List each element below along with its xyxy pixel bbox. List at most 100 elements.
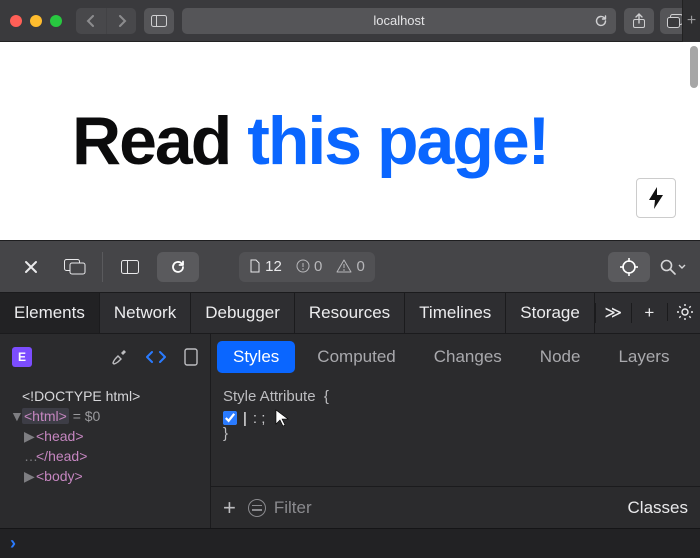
headline-part1: Read [72,103,247,179]
console-chevron-icon: › [10,533,16,554]
resource-count[interactable]: 12 [249,258,282,275]
styles-panel: Style Attribute { | : ; } [210,380,700,486]
subtab-layers[interactable]: Layers [602,341,685,373]
address-bar-text: localhost [373,13,424,28]
dom-head-open[interactable]: <head> [36,428,84,444]
lightning-icon [648,187,664,209]
dock-icon [64,259,86,275]
brace-close: } [223,425,688,442]
error-count[interactable]: 0 [296,258,323,275]
crosshair-icon [620,258,638,276]
dom-selected-marker: = $0 [69,408,101,424]
tab-timelines[interactable]: Timelines [405,293,506,333]
chevron-down-icon [678,264,686,270]
subtab-node[interactable]: Node [524,341,597,373]
reload-icon[interactable] [594,14,608,28]
paintbrush-icon [110,348,128,366]
element-panel-icons: E [0,334,210,380]
styles-filter-bar: + Filter Classes [210,486,700,528]
dom-head-close[interactable]: </head> [36,448,87,464]
warning-triangle-icon [336,259,352,273]
tab-debugger[interactable]: Debugger [191,293,295,333]
tab-resources[interactable]: Resources [295,293,405,333]
subtab-changes[interactable]: Changes [418,341,518,373]
subtab-truncated[interactable]: S [691,341,700,373]
dom-body-open[interactable]: <body> [36,468,83,484]
style-property-input[interactable]: | [243,410,247,427]
angle-brackets-icon [146,350,166,364]
dom-tree[interactable]: <!DOCTYPE html> ▼<html> = $0 ▶<head> …</… [0,380,210,528]
minimize-window-button[interactable] [30,15,42,27]
styles-filter-input[interactable]: Filter [248,498,616,518]
brace-open: { [324,388,329,405]
panel-left-icon [121,260,139,274]
tab-elements[interactable]: Elements [0,293,100,333]
toolbar-separator [102,252,103,282]
style-attribute-header: Style Attribute [223,388,316,405]
share-button[interactable] [624,8,654,34]
subtab-computed[interactable]: Computed [301,341,411,373]
page-headline: Read this page! [72,102,548,180]
responsive-mode-button[interactable] [184,348,198,366]
window-controls [10,15,62,27]
warning-count-value: 0 [357,258,365,275]
reload-arrow-icon [170,259,186,275]
settings-button[interactable] [667,303,700,321]
sidebar-icon [151,15,167,27]
dom-ellipsis: … [24,446,36,466]
nav-history-group [76,8,136,34]
close-devtools-button[interactable] [14,252,48,282]
devtools-toolbar: 12 0 0 [0,240,700,292]
issue-counts: 12 0 0 [239,252,375,282]
filter-placeholder: Filter [274,498,312,518]
maximize-window-button[interactable] [50,15,62,27]
style-property-toggle[interactable] [223,411,237,425]
close-icon [23,259,39,275]
close-window-button[interactable] [10,15,22,27]
browser-toolbar: localhost + [0,0,700,42]
console-prompt[interactable]: › [0,528,700,558]
tabs-overflow-button[interactable]: ≫ [595,303,631,323]
elements-badge[interactable]: E [12,347,32,367]
address-bar[interactable]: localhost [182,8,616,34]
bolt-badge[interactable] [636,178,676,218]
code-view-button[interactable] [146,350,166,364]
styles-subtabs: Styles Computed Changes Node Layers S [210,334,700,380]
warning-count[interactable]: 0 [336,258,365,275]
chevron-right-icon [117,15,127,27]
filter-icon [248,499,266,517]
viewport-scrollbar[interactable] [690,46,698,88]
headline-part2: this page! [247,103,548,179]
share-icon [632,13,646,29]
dom-doctype: <!DOCTYPE html> [22,388,140,404]
back-button[interactable] [76,8,106,34]
classes-toggle-button[interactable]: Classes [628,498,688,518]
tab-storage[interactable]: Storage [506,293,595,333]
tabs-icon [667,14,683,28]
page-viewport: Read this page! [0,42,700,240]
subtab-styles[interactable]: Styles [217,341,295,373]
tabs-add-button[interactable]: + [631,303,667,323]
style-property-stub: : ; [253,410,266,427]
add-rule-button[interactable]: + [223,495,236,521]
element-picker-button[interactable] [608,252,650,282]
error-count-value: 0 [314,258,322,275]
device-icon [184,348,198,366]
dock-side-button[interactable] [58,252,92,282]
sidebar-toggle-button[interactable] [144,8,174,34]
chevron-left-icon [86,15,96,27]
document-icon [249,259,261,273]
gear-icon [676,303,694,321]
search-icon [660,259,676,275]
tab-network[interactable]: Network [100,293,191,333]
toggle-left-panel-button[interactable] [113,252,147,282]
new-tab-button[interactable]: + [682,0,700,42]
dom-html-open[interactable]: <html> [24,408,67,424]
paintbrush-button[interactable] [110,348,128,366]
cursor-icon [275,409,289,427]
forward-button[interactable] [106,8,136,34]
error-circle-icon [296,259,310,273]
devtools-search-button[interactable] [660,259,686,275]
resource-count-value: 12 [265,258,282,275]
devtools-reload-button[interactable] [157,252,199,282]
